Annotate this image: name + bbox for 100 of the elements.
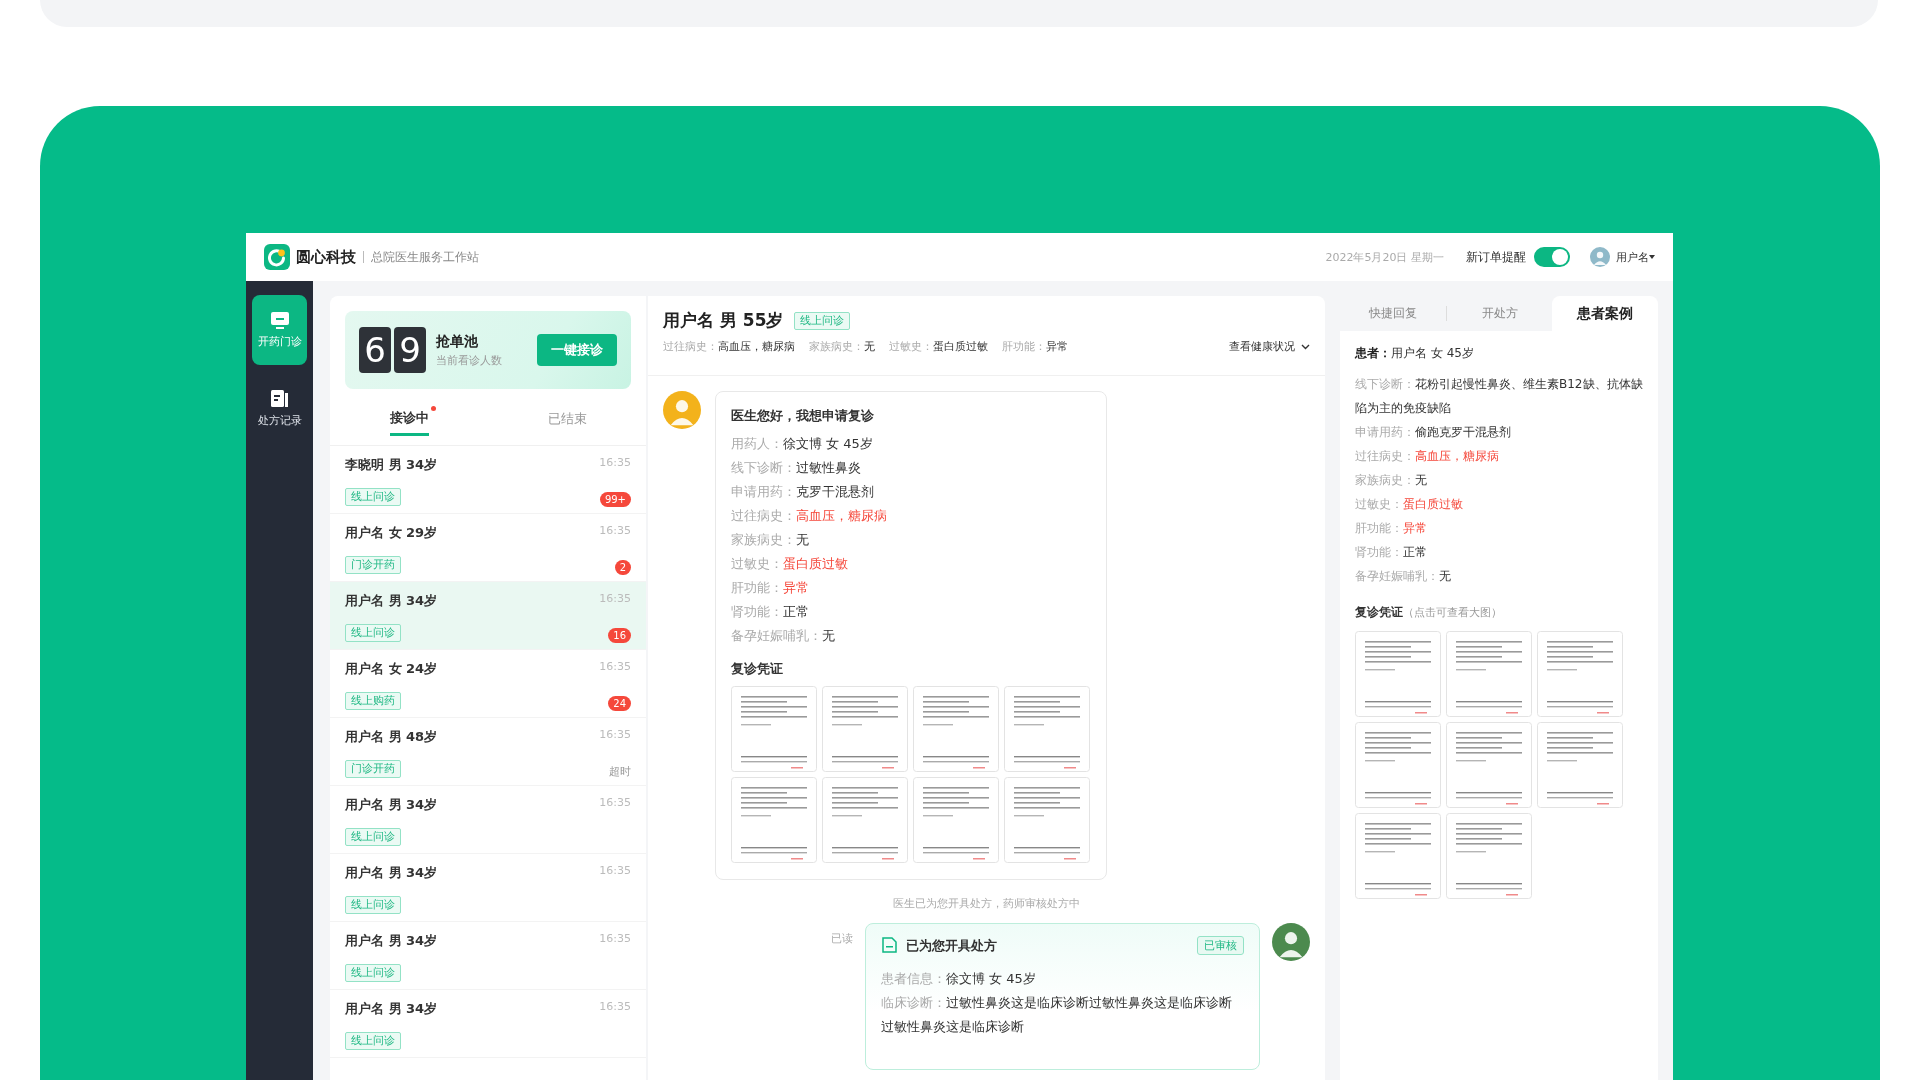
field-row-text: 备孕妊娠哺乳：无 bbox=[1355, 568, 1452, 585]
field-value: 异常 bbox=[1403, 521, 1427, 535]
field-row-text: 肾功能：正常 bbox=[731, 603, 810, 621]
time-text: 16:35 bbox=[599, 1000, 631, 1015]
patient-title: 用户名 男 55岁 bbox=[663, 309, 784, 332]
field-row-text: 用药人：徐文博 女 45岁 bbox=[731, 435, 874, 453]
status-text: 超时 bbox=[609, 763, 631, 779]
tag-label: 线上问诊 bbox=[345, 896, 401, 914]
time-text: 16:35 bbox=[599, 932, 631, 947]
toggle-switch[interactable] bbox=[1534, 247, 1570, 267]
tag-label: 线上问诊 bbox=[793, 311, 850, 330]
field-label: 过往病史： bbox=[663, 339, 718, 354]
document-icon bbox=[270, 388, 289, 408]
patient-list-item[interactable]: 李晓明 男 34岁 16:35 线上问诊 99+ bbox=[330, 446, 646, 514]
workstation-title: 总院医生服务工作站 bbox=[371, 248, 479, 266]
tag-label: 线上问诊 bbox=[345, 624, 401, 642]
field-label: 过敏史： bbox=[889, 339, 933, 354]
hint-text: （点击可查看大图） bbox=[1403, 606, 1502, 619]
patient-name: 用户名 男 48岁 bbox=[345, 728, 439, 746]
tag-label: 线上问诊 bbox=[345, 964, 401, 982]
date-text: 2022年5月20日 星期一 bbox=[1325, 249, 1444, 265]
pool-caption: 当前看诊人数 bbox=[436, 352, 503, 368]
section-title: 复诊凭证 bbox=[1355, 605, 1403, 619]
tag-label: 门诊开药 bbox=[345, 760, 401, 778]
field-label: 过敏史： bbox=[731, 556, 783, 571]
patient-name: 用户名 女 29岁 bbox=[345, 524, 439, 542]
review-status-tag: 已审核 bbox=[1197, 936, 1244, 955]
field-value: 异常 bbox=[783, 580, 809, 595]
field-label: 过敏史： bbox=[1355, 497, 1403, 511]
field-value: 无 bbox=[864, 339, 875, 354]
patient-name: 用户名 男 34岁 bbox=[345, 1000, 439, 1018]
time-text: 16:35 bbox=[599, 864, 631, 879]
patient-name: 用户名 男 34岁 bbox=[345, 796, 439, 814]
counter-digit: 9 bbox=[394, 327, 426, 373]
pool-title: 抢单池 bbox=[436, 332, 479, 351]
field-row-text: 申请用药：克罗干混悬剂 bbox=[731, 483, 875, 501]
field-value: 蛋白质过敏 bbox=[933, 339, 988, 354]
section-title: 复诊凭证 bbox=[731, 660, 784, 678]
brand-name: 圆心科技 bbox=[296, 247, 356, 267]
field-label: 肝功能： bbox=[1355, 521, 1403, 535]
unread-count-badge: 99+ bbox=[599, 491, 631, 507]
nav-item[interactable]: 处方记录 bbox=[252, 373, 307, 443]
tag-label: 线上问诊 bbox=[345, 828, 401, 846]
panel-tab[interactable]: 患者案例 bbox=[1552, 296, 1658, 331]
patient-avatar bbox=[663, 391, 701, 429]
patient-list-item[interactable]: 用户名 男 34岁 16:35 线上问诊 bbox=[330, 922, 646, 990]
tag-label: 门诊开药 bbox=[345, 556, 401, 574]
field-value: 蛋白质过敏 bbox=[1403, 497, 1463, 511]
field-label: 肝功能： bbox=[1002, 339, 1046, 354]
message-heading: 医生您好，我想申请复诊 bbox=[731, 407, 875, 425]
system-notice: 医生已为您开具处方，药师审核处方中 bbox=[892, 896, 1081, 911]
unread-count-badge: 2 bbox=[614, 559, 631, 575]
toggle-label: 新订单提醒 bbox=[1466, 248, 1526, 266]
doctor-avatar bbox=[1272, 923, 1310, 961]
patient-list-item[interactable]: 用户名 女 24岁 16:35 线上购药 24 bbox=[330, 650, 646, 718]
time-text: 16:35 bbox=[599, 592, 631, 607]
health-status-dropdown[interactable]: 查看健康状况 bbox=[1229, 339, 1310, 354]
field-value: 异常 bbox=[1046, 339, 1068, 354]
patient-list-item[interactable]: 用户名 男 34岁 16:35 线上问诊 bbox=[330, 786, 646, 854]
panel-tab[interactable]: 开处方 bbox=[1446, 296, 1553, 331]
patient-name: 用户名 男 34岁 bbox=[345, 592, 439, 610]
field-row-text: 家族病史：无 bbox=[1355, 472, 1428, 489]
field-label: 患者： bbox=[1355, 346, 1391, 360]
field-row-text: 肾功能：正常 bbox=[1355, 544, 1428, 561]
tag-label: 线上问诊 bbox=[345, 1032, 401, 1050]
field-label: 过往病史： bbox=[731, 508, 796, 523]
field-row-text: 线下诊断：花粉引起慢性鼻炎、维生素B12缺、抗体缺陷为主的免疫缺陷 bbox=[1355, 376, 1643, 417]
time-text: 16:35 bbox=[599, 728, 631, 743]
patient-list-item[interactable]: 用户名 男 34岁 16:35 线上问诊 bbox=[330, 854, 646, 922]
patient-list-item[interactable]: 用户名 男 34岁 16:35 线上问诊 bbox=[330, 990, 646, 1058]
monitor-icon bbox=[269, 311, 290, 329]
field-label: 肝功能： bbox=[731, 580, 783, 595]
prescription-title: 已为您开具处方 bbox=[906, 936, 998, 955]
unread-count-badge: 16 bbox=[608, 627, 631, 643]
field-row-text: 家族病史：无 bbox=[731, 531, 810, 549]
chevron-down-icon bbox=[1301, 343, 1310, 350]
read-receipt: 已读 bbox=[831, 931, 853, 946]
patient-list-item[interactable]: 用户名 男 34岁 16:35 线上问诊 16 bbox=[330, 582, 646, 650]
field-label: 过往病史： bbox=[1355, 449, 1415, 463]
field-value: 高血压，糖尿病 bbox=[718, 339, 795, 354]
patient-name: 用户名 男 34岁 bbox=[345, 932, 439, 950]
tag-label: 线上购药 bbox=[345, 692, 401, 710]
time-text: 16:35 bbox=[599, 524, 631, 539]
field-row-text: 临床诊断：过敏性鼻炎这是临床诊断过敏性鼻炎这是临床诊断过敏性鼻炎这是临床诊断 bbox=[881, 994, 1233, 1036]
counter-digit: 6 bbox=[359, 327, 391, 373]
field-value: 用户名 女 45岁 bbox=[1391, 346, 1474, 360]
field-row-text: 申请用药：偷跑克罗干混悬剂 bbox=[1355, 424, 1512, 441]
logo-icon bbox=[264, 244, 290, 270]
field-label: 家族病史： bbox=[809, 339, 864, 354]
user-menu[interactable]: 用户名 bbox=[1616, 249, 1649, 265]
field-row-text: 线下诊断：过敏性鼻炎 bbox=[731, 459, 862, 477]
time-text: 16:35 bbox=[599, 796, 631, 811]
queue-tab[interactable]: 接诊中 bbox=[389, 402, 429, 436]
field-value: 蛋白质过敏 bbox=[783, 556, 848, 571]
patient-name: 用户名 男 34岁 bbox=[345, 864, 439, 882]
patient-list-item[interactable]: 用户名 男 48岁 16:35 门诊开药 超时 bbox=[330, 718, 646, 786]
tag-label: 线上问诊 bbox=[345, 488, 401, 506]
user-avatar bbox=[1590, 247, 1610, 267]
time-text: 16:35 bbox=[599, 456, 631, 471]
patient-name: 李晓明 男 34岁 bbox=[345, 456, 439, 474]
